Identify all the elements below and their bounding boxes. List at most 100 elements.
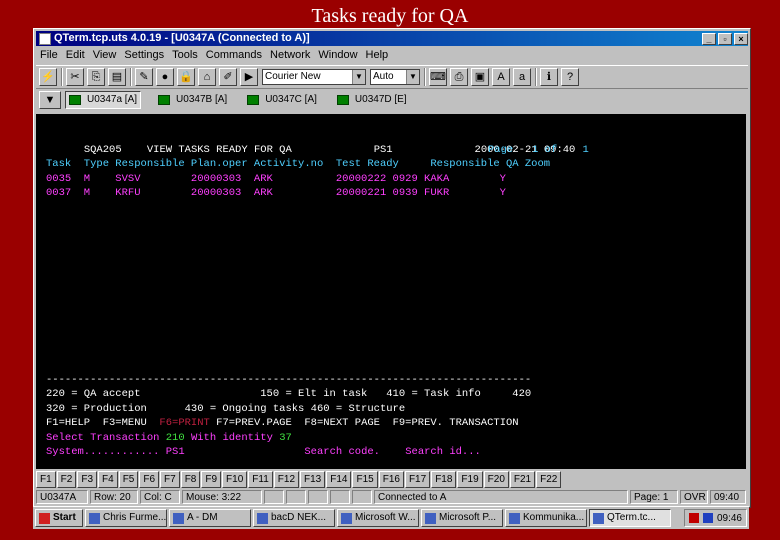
monitor-icon [336, 95, 349, 105]
function-key-f22[interactable]: F22 [536, 471, 562, 488]
qterm-window: QTerm.tcp.uts 4.0.19 - [U0347A (Connecte… [33, 28, 751, 508]
function-key-f21[interactable]: F21 [509, 471, 536, 488]
function-key-f3[interactable]: F3 [77, 471, 98, 488]
status-icon-2 [286, 490, 306, 504]
tray-icon[interactable] [702, 513, 713, 523]
menu-view[interactable]: View [93, 47, 117, 63]
font-select[interactable]: Courier New ▼ [262, 69, 366, 85]
copy-icon[interactable]: ⎘ [87, 68, 105, 86]
taskbar-item[interactable]: bacD NEK... [253, 509, 335, 527]
system-label: System............ [46, 446, 160, 458]
monitor-icon [158, 95, 171, 105]
macro-icon[interactable]: ✎ [135, 68, 153, 86]
app-icon [341, 512, 352, 524]
menu-window[interactable]: Window [318, 47, 357, 63]
function-key-f7[interactable]: F7 [160, 471, 180, 488]
restore-button[interactable]: ▫ [718, 32, 732, 45]
session-tab-u0347a[interactable]: U0347a [A] [65, 91, 142, 109]
taskbar-item[interactable]: Microsoft W... [337, 509, 419, 527]
function-key-f12[interactable]: F12 [273, 471, 300, 488]
taskbar-item-active[interactable]: QTerm.tc... [589, 509, 671, 527]
function-key-f17[interactable]: F17 [404, 471, 431, 488]
paste-icon[interactable]: ▤ [108, 68, 126, 86]
font-small-icon[interactable]: a [513, 68, 531, 86]
record-icon[interactable]: ● [156, 68, 174, 86]
session-menu-chevron-down-icon[interactable]: ▼ [39, 91, 61, 109]
minimize-button[interactable]: _ [702, 32, 716, 45]
status-ovr: OVR [680, 490, 708, 504]
function-key-f13[interactable]: F13 [300, 471, 326, 488]
function-key-f18[interactable]: F18 [431, 471, 457, 488]
function-key-f4[interactable]: F4 [98, 471, 118, 488]
session-tab-u0347c[interactable]: U0347C [A] [244, 92, 320, 108]
chevron-down-icon[interactable]: ▼ [406, 70, 419, 84]
task-row[interactable]: 0037 M KRFU 20000303 ARK 20000221 0939 F… [46, 186, 506, 201]
status-mouse: Mouse: 3:22 [182, 490, 262, 504]
brush-icon[interactable]: ✐ [219, 68, 237, 86]
size-select[interactable]: Auto ▼ [370, 69, 420, 85]
menu-file[interactable]: File [40, 47, 58, 63]
status-icon-1 [264, 490, 284, 504]
start-label: Start [53, 512, 76, 523]
function-key-f8[interactable]: F8 [180, 471, 201, 488]
tray-icon[interactable] [688, 513, 699, 523]
taskbar-item[interactable]: Microsoft P... [421, 509, 503, 527]
function-key-f9[interactable]: F9 [201, 471, 222, 488]
function-key-f1[interactable]: F1 [36, 471, 56, 488]
select-transaction-input[interactable]: 210 [166, 432, 185, 444]
session-tab-u0347d[interactable]: U0347D [E] [334, 92, 410, 108]
function-key-f11[interactable]: F11 [248, 471, 273, 488]
task-row[interactable]: 0035 M SVSV 20000303 ARK 20000222 0929 K… [46, 172, 506, 187]
info-icon[interactable]: ℹ [540, 68, 558, 86]
title-bar[interactable]: QTerm.tcp.uts 4.0.19 - [U0347A (Connecte… [36, 31, 748, 46]
cut-icon[interactable]: ✂ [66, 68, 84, 86]
system-input[interactable]: PS1 [166, 446, 185, 458]
home-icon[interactable]: ⌂ [198, 68, 216, 86]
function-key-f2[interactable]: F2 [56, 471, 77, 488]
identity-input[interactable]: 37 [279, 432, 292, 444]
taskbar-item-label: A - DM [187, 512, 218, 523]
menu-commands[interactable]: Commands [206, 47, 262, 63]
print-icon[interactable]: ⎙ [450, 68, 468, 86]
menu-edit[interactable]: Edit [66, 47, 85, 63]
lock-icon[interactable]: 🔒 [177, 68, 195, 86]
save-icon[interactable]: ▣ [471, 68, 489, 86]
window-title: QTerm.tcp.uts 4.0.19 - [U0347A (Connecte… [54, 32, 310, 44]
font-icon[interactable]: A [492, 68, 510, 86]
menu-settings[interactable]: Settings [124, 47, 164, 63]
terminal-screen[interactable]: SQA205 VIEW TASKS READY FOR QA PS1 2000-… [36, 114, 746, 469]
menu-network[interactable]: Network [270, 47, 310, 63]
function-key-f10[interactable]: F10 [222, 471, 248, 488]
legend-line-2: 320 = Production 430 = Ongoing tasks 460… [46, 403, 406, 415]
function-key-f14[interactable]: F14 [326, 471, 352, 488]
keyboard-icon[interactable]: ⌨ [429, 68, 447, 86]
status-page: Page: 1 [630, 490, 678, 504]
function-key-f15[interactable]: F15 [352, 471, 378, 488]
taskbar-item-label: Microsoft W... [355, 512, 416, 523]
session-tab-u0347b[interactable]: U0347B [A] [155, 92, 230, 108]
function-key-f6[interactable]: F6 [139, 471, 160, 488]
toolbar-separator [61, 68, 63, 86]
function-key-f19[interactable]: F19 [457, 471, 483, 488]
keys-help-b: F7=PREV.PAGE F8=NEXT PAGE F9=PREV. TRANS… [209, 417, 519, 429]
taskbar-item[interactable]: Chris Furme... [85, 509, 167, 527]
menu-tools[interactable]: Tools [172, 47, 198, 63]
taskbar-item[interactable]: A - DM [169, 509, 251, 527]
help-icon[interactable]: ? [561, 68, 579, 86]
toolbar-separator [130, 68, 132, 86]
close-button[interactable]: × [734, 32, 748, 45]
function-key-f20[interactable]: F20 [483, 471, 509, 488]
start-button[interactable]: Start [35, 509, 83, 527]
separator-line: ----------------------------------------… [46, 374, 532, 386]
connect-icon[interactable]: ⚡ [39, 68, 57, 86]
function-key-f5[interactable]: F5 [118, 471, 139, 488]
page-indicator: Page 1 of 1 [488, 144, 589, 156]
function-key-f16[interactable]: F16 [378, 471, 404, 488]
play-icon[interactable]: ▶ [240, 68, 258, 86]
session-bar: ▼ U0347a [A] U0347B [A] U0347C [A] U0347… [36, 89, 748, 111]
chevron-down-icon[interactable]: ▼ [352, 70, 365, 84]
menu-help[interactable]: Help [366, 47, 389, 63]
app-icon[interactable] [39, 32, 51, 45]
status-icon-4 [330, 490, 350, 504]
taskbar-item[interactable]: Kommunika... [505, 509, 587, 527]
